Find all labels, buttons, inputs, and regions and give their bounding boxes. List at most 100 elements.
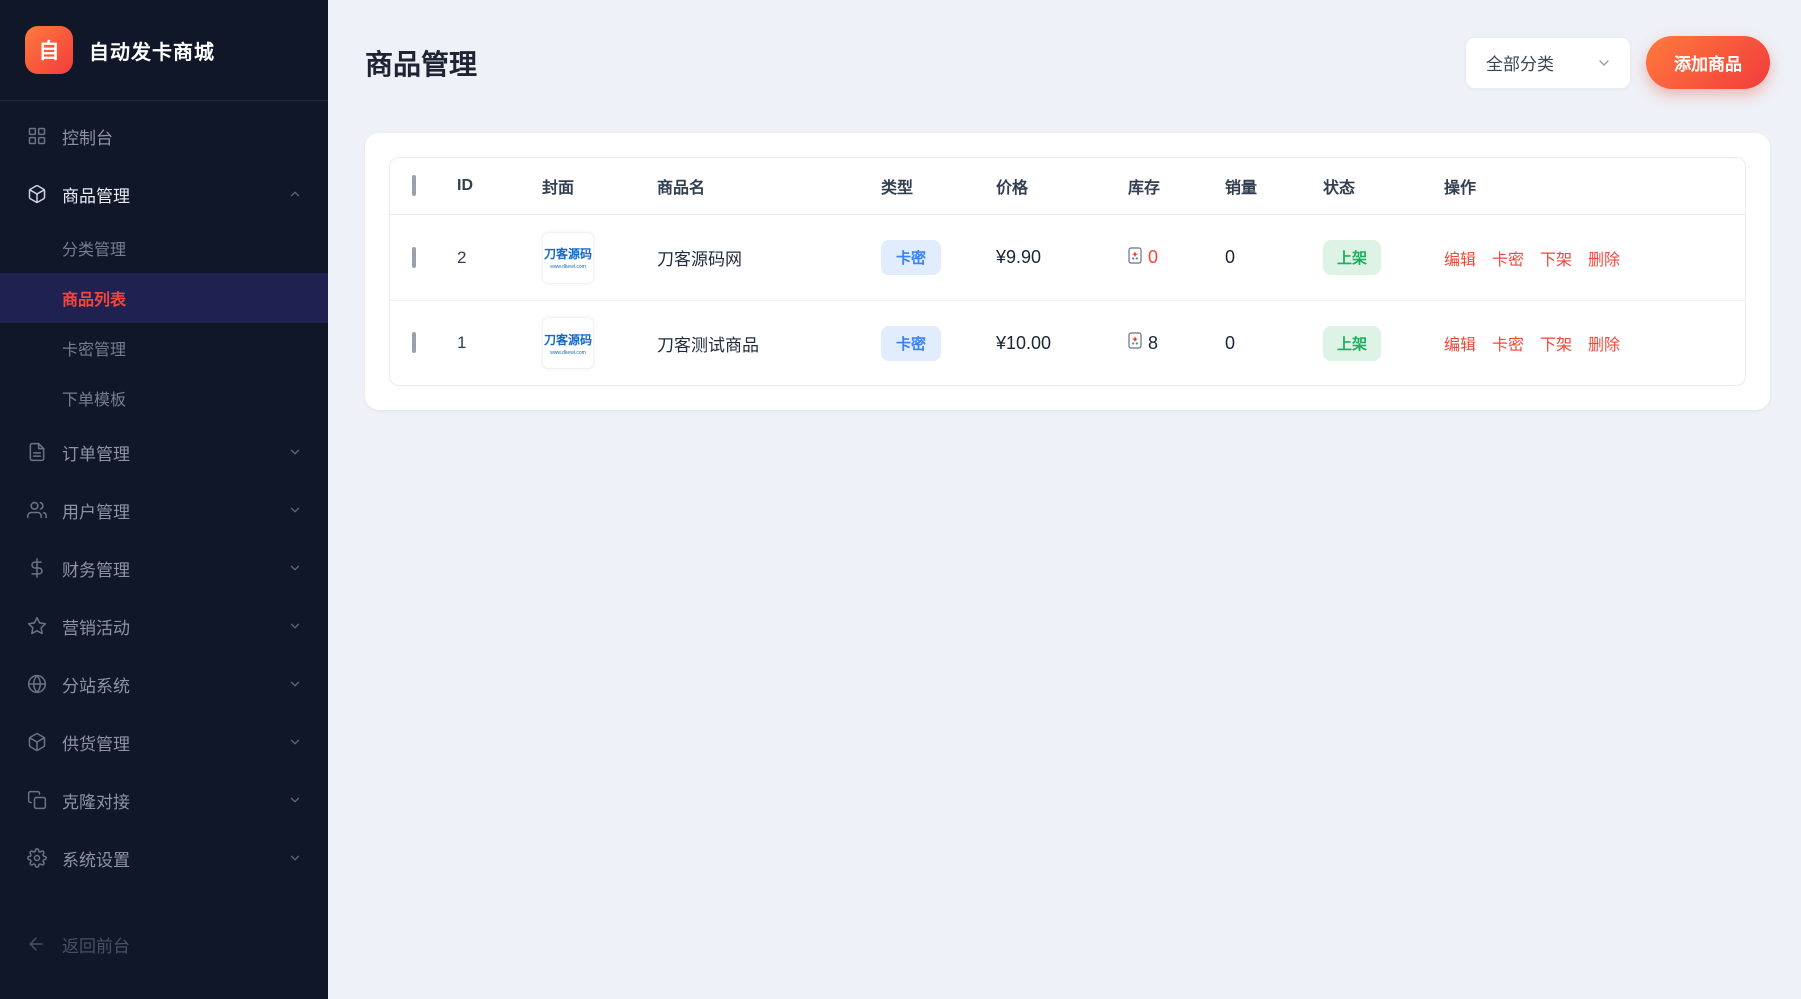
- chevron-down-icon: [288, 677, 302, 691]
- stock-card-icon: [1128, 332, 1142, 354]
- cover-logo-text: 刀客源码: [544, 245, 592, 262]
- chevron-down-icon: [288, 503, 302, 517]
- sidebar-item-finance[interactable]: 财务管理: [0, 539, 328, 597]
- unlist-link[interactable]: 下架: [1540, 246, 1572, 270]
- sidebar-item-label: 财务管理: [62, 556, 273, 581]
- edit-link[interactable]: 编辑: [1444, 331, 1476, 355]
- box-icon: [26, 732, 47, 753]
- product-sales: 0: [1225, 247, 1323, 268]
- sidebar-subitem-categories[interactable]: 分类管理: [0, 223, 328, 273]
- status-badge: 上架: [1323, 326, 1381, 361]
- app-root: 自 自动发卡商城 控制台 商品管理 分类管理 商品列表 卡密管: [0, 0, 1801, 999]
- document-icon: [26, 442, 47, 463]
- header-controls: 全部分类 添加商品: [1465, 36, 1770, 89]
- product-type-badge: 卡密: [881, 326, 941, 361]
- chevron-down-icon: [288, 619, 302, 633]
- chevron-down-icon: [288, 851, 302, 865]
- products-table: ID 封面 商品名 类型 价格 库存 销量 状态 操作 2 刀客源: [389, 157, 1746, 386]
- col-header-id: ID: [457, 177, 542, 195]
- sidebar: 自 自动发卡商城 控制台 商品管理 分类管理 商品列表 卡密管: [0, 0, 328, 999]
- sidebar-subitem-product-list[interactable]: 商品列表: [0, 273, 328, 323]
- cover-logo-subtext: www.dkewl.com: [550, 264, 586, 270]
- status-badge: 上架: [1323, 240, 1381, 275]
- sidebar-item-label: 商品管理: [62, 182, 273, 207]
- col-header-sales: 销量: [1225, 174, 1323, 198]
- sidebar-item-settings[interactable]: 系统设置: [0, 829, 328, 887]
- row-actions: 编辑 卡密 下架 删除: [1444, 331, 1745, 355]
- dollar-icon: [26, 558, 47, 579]
- gear-icon: [26, 848, 47, 869]
- chevron-down-icon: [288, 793, 302, 807]
- sidebar-item-label: 订单管理: [62, 440, 273, 465]
- chevron-down-icon: [288, 561, 302, 575]
- sidebar-item-orders[interactable]: 订单管理: [0, 423, 328, 481]
- product-id: 2: [457, 248, 542, 268]
- package-icon: [26, 184, 47, 205]
- main-content: 商品管理 全部分类 添加商品 ID 封面 商品名 类型: [328, 0, 1801, 999]
- sidebar-subitem-order-template[interactable]: 下单模板: [0, 373, 328, 423]
- table-row: 1 刀客源码 www.dkewl.com 刀客测试商品 卡密 ¥10.00: [390, 300, 1745, 385]
- sidebar-subitem-card-keys[interactable]: 卡密管理: [0, 323, 328, 373]
- chevron-down-icon: [288, 445, 302, 459]
- cover-logo-text: 刀客源码: [544, 331, 592, 348]
- col-header-type: 类型: [881, 174, 996, 198]
- sidebar-item-label: 控制台: [62, 124, 302, 149]
- product-cover-image: 刀客源码 www.dkewl.com: [542, 232, 594, 284]
- product-name: 刀客测试商品: [657, 331, 881, 356]
- sidebar-nav: 控制台 商品管理 分类管理 商品列表 卡密管理 下单模板 订单管理: [0, 101, 328, 999]
- back-to-frontend-link[interactable]: 返回前台: [0, 922, 328, 966]
- sidebar-item-label: 分站系统: [62, 672, 273, 697]
- sidebar-item-label: 用户管理: [62, 498, 273, 523]
- page-title: 商品管理: [365, 43, 477, 83]
- sidebar-item-clone[interactable]: 克隆对接: [0, 771, 328, 829]
- select-all-checkbox[interactable]: [412, 175, 416, 196]
- users-icon: [26, 500, 47, 521]
- col-header-name: 商品名: [657, 174, 881, 198]
- product-cover-image: 刀客源码 www.dkewl.com: [542, 317, 594, 369]
- sidebar-item-marketing[interactable]: 营销活动: [0, 597, 328, 655]
- table-row: 2 刀客源码 www.dkewl.com 刀客源码网 卡密 ¥9.90: [390, 215, 1745, 300]
- delete-link[interactable]: 删除: [1588, 246, 1620, 270]
- page-header: 商品管理 全部分类 添加商品: [365, 33, 1770, 92]
- card-keys-link[interactable]: 卡密: [1492, 246, 1524, 270]
- product-stock: 0: [1128, 247, 1225, 269]
- star-icon: [26, 616, 47, 637]
- delete-link[interactable]: 删除: [1588, 331, 1620, 355]
- sidebar-item-subsites[interactable]: 分站系统: [0, 655, 328, 713]
- col-header-actions: 操作: [1444, 174, 1745, 198]
- sidebar-item-supply[interactable]: 供货管理: [0, 713, 328, 771]
- sidebar-header: 自 自动发卡商城: [0, 0, 328, 101]
- card-keys-link[interactable]: 卡密: [1492, 331, 1524, 355]
- stock-card-icon: [1128, 247, 1142, 269]
- sidebar-item-dashboard[interactable]: 控制台: [0, 107, 328, 165]
- app-logo: 自: [25, 26, 73, 74]
- dashboard-icon: [26, 126, 47, 147]
- sidebar-item-products[interactable]: 商品管理: [0, 165, 328, 223]
- category-filter-dropdown[interactable]: 全部分类: [1465, 37, 1631, 89]
- cover-logo-subtext: www.dkewl.com: [550, 350, 586, 356]
- add-product-button[interactable]: 添加商品: [1646, 36, 1770, 89]
- back-to-frontend-label: 返回前台: [62, 932, 130, 957]
- product-price: ¥9.90: [996, 247, 1128, 268]
- sidebar-item-label: 供货管理: [62, 730, 273, 755]
- edit-link[interactable]: 编辑: [1444, 246, 1476, 270]
- sidebar-item-users[interactable]: 用户管理: [0, 481, 328, 539]
- sidebar-item-label: 克隆对接: [62, 788, 273, 813]
- col-header-cover: 封面: [542, 174, 657, 198]
- chevron-up-icon: [288, 187, 302, 201]
- category-filter-value: 全部分类: [1486, 50, 1554, 75]
- col-header-price: 价格: [996, 174, 1128, 198]
- unlist-link[interactable]: 下架: [1540, 331, 1572, 355]
- product-price: ¥10.00: [996, 333, 1128, 354]
- col-header-status: 状态: [1323, 174, 1444, 198]
- row-checkbox[interactable]: [412, 332, 416, 353]
- table-header-row: ID 封面 商品名 类型 价格 库存 销量 状态 操作: [390, 158, 1745, 215]
- product-stock: 8: [1128, 332, 1225, 354]
- chevron-down-icon: [1596, 55, 1612, 71]
- stock-value: 8: [1148, 333, 1158, 354]
- copy-icon: [26, 790, 47, 811]
- app-title: 自动发卡商城: [89, 36, 215, 65]
- product-type-badge: 卡密: [881, 240, 941, 275]
- row-checkbox[interactable]: [412, 247, 416, 268]
- arrow-left-icon: [26, 934, 47, 955]
